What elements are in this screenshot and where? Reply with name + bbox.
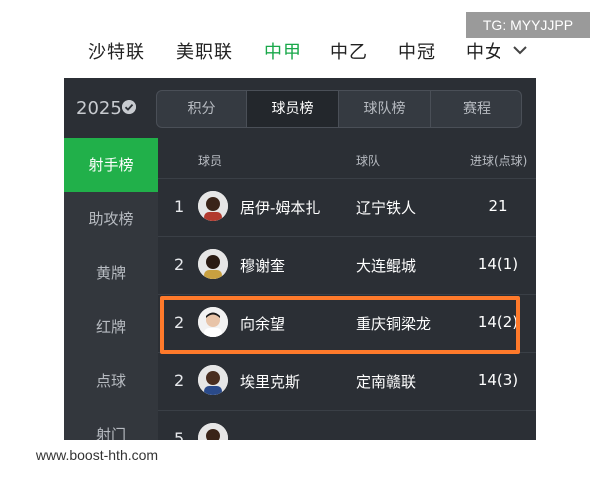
scorer-table: 球员 球队 进球(点球) 1 居伊-姆本扎 辽宁铁人 21 2 穆谢奎 大连鲲城… xyxy=(158,138,536,440)
league-tab-china-women[interactable]: 中女 xyxy=(466,38,500,64)
table-row[interactable]: 5 xyxy=(158,410,536,440)
side-item-shots[interactable]: 射门 xyxy=(64,408,158,440)
season-year[interactable]: 2025 xyxy=(76,98,122,119)
stats-panel: 2025 积分 球员榜 球队榜 赛程 射手榜 助攻榜 黄牌 红牌 点球 射门 球… xyxy=(64,78,536,440)
player-name: 居伊-姆本扎 xyxy=(240,199,321,217)
side-item-yellow-cards[interactable]: 黄牌 xyxy=(64,246,158,300)
table-row[interactable]: 2 埃里克斯 定南赣联 14(3) xyxy=(158,352,536,410)
seg-tab-schedule[interactable]: 赛程 xyxy=(431,91,521,127)
highlight-box xyxy=(160,296,520,354)
goal-count: 14(1) xyxy=(477,255,519,273)
goal-count: 14(3) xyxy=(477,371,519,389)
seg-tab-team-rank[interactable]: 球队榜 xyxy=(339,91,431,127)
league-tab-saudi[interactable]: 沙特联 xyxy=(88,38,145,64)
league-tab-china-league-one[interactable]: 中甲 xyxy=(264,38,302,64)
watermark-site: www.boost-hth.com xyxy=(10,440,184,470)
seg-tab-standings[interactable]: 积分 xyxy=(157,91,247,127)
row-rank: 5 xyxy=(174,429,185,440)
seg-tab-player-rank[interactable]: 球员榜 xyxy=(247,91,339,127)
player-name: 穆谢奎 xyxy=(240,257,286,275)
table-row[interactable]: 1 居伊-姆本扎 辽宁铁人 21 xyxy=(158,178,536,236)
table-row[interactable]: 2 穆谢奎 大连鲲城 14(1) xyxy=(158,236,536,294)
side-item-penalties[interactable]: 点球 xyxy=(64,354,158,408)
check-circle-icon[interactable] xyxy=(122,100,136,114)
row-rank: 2 xyxy=(174,371,185,390)
chevron-down-icon[interactable] xyxy=(512,42,528,58)
side-item-assists[interactable]: 助攻榜 xyxy=(64,192,158,246)
league-tabs: 沙特联 美职联 中甲 中乙 中冠 中女 xyxy=(0,30,600,78)
header-player: 球员 xyxy=(198,154,223,168)
league-tab-china-champions[interactable]: 中冠 xyxy=(398,38,436,64)
header-goals: 进球(点球) xyxy=(470,154,528,168)
team-name: 大连鲲城 xyxy=(356,257,417,275)
row-rank: 1 xyxy=(174,197,185,216)
league-tab-mls[interactable]: 美职联 xyxy=(176,38,233,64)
avatar xyxy=(198,365,228,395)
player-name: 埃里克斯 xyxy=(240,373,301,391)
avatar xyxy=(198,423,228,440)
team-name: 定南赣联 xyxy=(356,373,417,391)
avatar xyxy=(198,249,228,279)
row-rank: 2 xyxy=(174,255,185,274)
segment-control: 积分 球员榜 球队榜 赛程 xyxy=(156,90,522,128)
goal-count: 21 xyxy=(488,197,508,215)
side-item-top-scorers[interactable]: 射手榜 xyxy=(64,138,158,192)
header-team: 球队 xyxy=(356,154,381,168)
avatar xyxy=(198,191,228,221)
panel-header: 2025 积分 球员榜 球队榜 赛程 xyxy=(64,78,536,138)
league-tab-china-league-two[interactable]: 中乙 xyxy=(330,38,368,64)
category-sidebar: 射手榜 助攻榜 黄牌 红牌 点球 射门 xyxy=(64,138,158,440)
side-item-red-cards[interactable]: 红牌 xyxy=(64,300,158,354)
team-name: 辽宁铁人 xyxy=(356,199,417,217)
